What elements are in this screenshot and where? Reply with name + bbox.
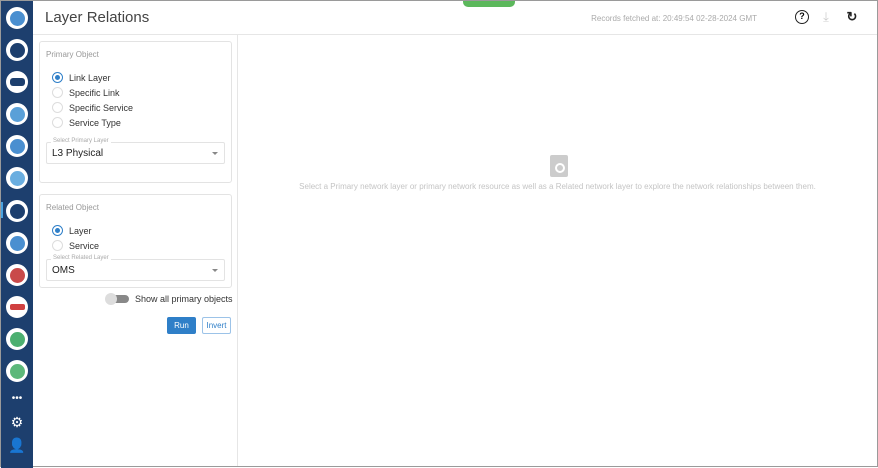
related-object-title: Related Object — [46, 203, 99, 212]
radio-circle[interactable] — [52, 102, 63, 113]
select-value: OMS — [52, 265, 75, 276]
radio-service[interactable]: Service — [52, 240, 99, 251]
trend-icon[interactable] — [6, 232, 28, 254]
show-all-toggle[interactable] — [105, 293, 129, 305]
search-document-icon — [550, 155, 568, 177]
sql-icon[interactable] — [6, 71, 28, 93]
map-icon[interactable] — [6, 167, 28, 189]
radio-label: Service Type — [69, 117, 121, 128]
route-icon[interactable] — [6, 264, 28, 286]
header: Layer Relations Records fetched at: 20:4… — [33, 1, 877, 35]
network-icon[interactable] — [6, 7, 28, 29]
radio-circle[interactable] — [52, 240, 63, 251]
related-layer-select[interactable]: Select Related Layer OMS — [46, 255, 225, 281]
primary-object-title: Primary Object — [46, 50, 99, 59]
more-icon[interactable]: ••• — [1, 393, 33, 404]
radio-link-layer[interactable]: Link Layer — [52, 72, 111, 83]
top-handle[interactable] — [463, 1, 515, 7]
radio-specific-service[interactable]: Specific Service — [52, 102, 133, 113]
triangle-icon[interactable] — [6, 360, 28, 382]
page-title: Layer Relations — [45, 9, 150, 26]
active-indicator — [1, 202, 3, 218]
empty-state-message: Select a Primary network layer or primar… — [299, 182, 816, 191]
primary-layer-select[interactable]: Select Primary Layer L3 Physical — [46, 138, 225, 164]
radio-circle[interactable] — [52, 87, 63, 98]
chevron-down-icon — [212, 152, 218, 155]
radio-service-type[interactable]: Service Type — [52, 117, 121, 128]
globe-icon[interactable] — [6, 103, 28, 125]
radio-label: Specific Link — [69, 87, 120, 98]
run-button[interactable]: Run — [167, 317, 196, 334]
records-fetched-text: Records fetched at: 20:49:54 02-28-2024 … — [591, 14, 757, 23]
link-icon[interactable] — [6, 135, 28, 157]
help-icon[interactable]: ? — [795, 10, 809, 24]
related-object-card: Related Object Layer Service Select Rela… — [39, 194, 232, 288]
radio-layer[interactable]: Layer — [52, 225, 92, 236]
topology-icon[interactable] — [6, 39, 28, 61]
sidebar: ••• ⚙ 👤 — [1, 1, 33, 468]
left-panel: Primary Object Link Layer Specific Link … — [33, 35, 238, 466]
select-label: Select Primary Layer — [51, 138, 111, 144]
radio-circle[interactable] — [52, 117, 63, 128]
radio-circle[interactable] — [52, 72, 63, 83]
radio-label: Layer — [69, 225, 92, 236]
radio-circle[interactable] — [52, 225, 63, 236]
select-label: Select Related Layer — [51, 255, 111, 261]
layers-icon[interactable] — [6, 200, 28, 222]
primary-object-card: Primary Object Link Layer Specific Link … — [39, 41, 232, 183]
gear-icon[interactable]: ⚙ — [1, 414, 33, 431]
radio-label: Service — [69, 240, 100, 251]
radio-label: Specific Service — [69, 102, 134, 113]
refresh-icon[interactable]: ↻ — [845, 10, 859, 24]
download-icon[interactable]: ⤓ — [819, 10, 833, 24]
show-all-label: Show all primary objects — [135, 294, 233, 304]
select-value: L3 Physical — [52, 148, 104, 159]
user-icon[interactable]: 👤 — [1, 437, 33, 454]
document-icon[interactable] — [6, 328, 28, 350]
radio-specific-link[interactable]: Specific Link — [52, 87, 120, 98]
chevron-down-icon — [212, 269, 218, 272]
invert-button[interactable]: Invert — [202, 317, 231, 334]
inspect-icon[interactable] — [6, 296, 28, 318]
radio-label: Link Layer — [69, 72, 111, 83]
